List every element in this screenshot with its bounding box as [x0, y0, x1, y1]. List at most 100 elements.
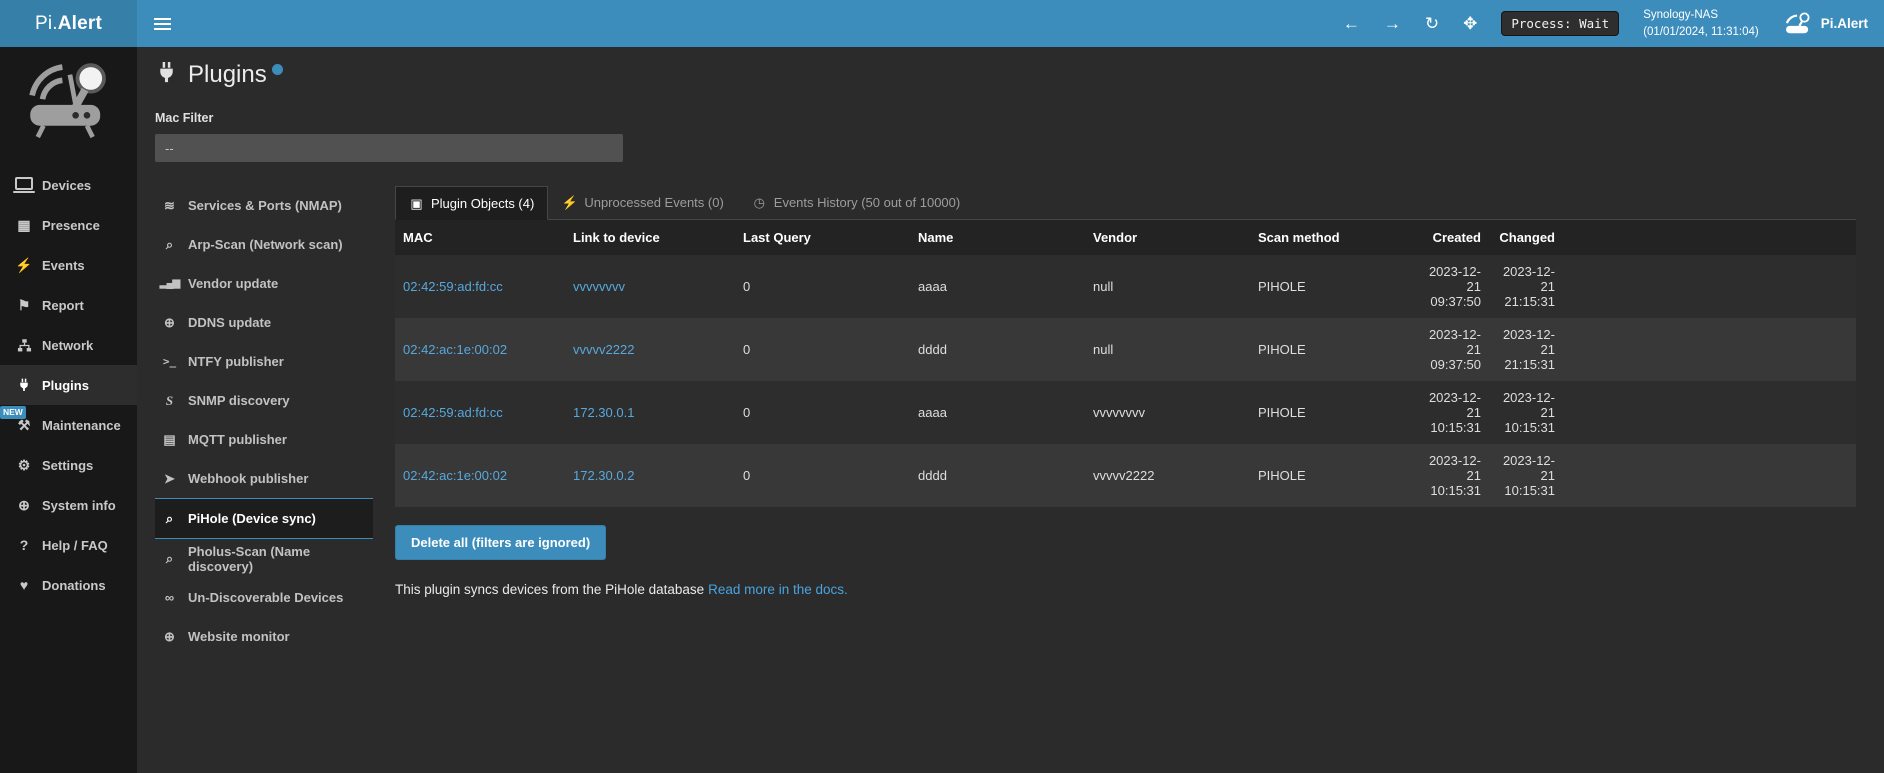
main-content: Plugins Mac Filter Services & Ports (NMA…	[137, 47, 1884, 773]
bolt-icon	[562, 196, 577, 209]
paper-plane-icon	[161, 472, 178, 485]
app-name: Pi.Alert	[1821, 16, 1868, 31]
binoculars-icon	[161, 591, 178, 604]
plugin-nav-label: DDNS update	[188, 315, 271, 330]
col-last-query: Last Query	[735, 220, 910, 255]
snmp-icon	[161, 394, 178, 407]
cell-vendor: vvvvv2222	[1085, 444, 1250, 507]
sidebar-item-label: Help / FAQ	[42, 538, 108, 553]
plugin-nav-label: MQTT publisher	[188, 432, 287, 447]
plugin-nav-item-website-monitor[interactable]: Website monitor	[155, 617, 373, 656]
sidebar-item-maintenance[interactable]: NEW Maintenance	[0, 405, 137, 445]
table-row: 02:42:ac:1e:00:02 vvvvv2222 0 dddd null …	[395, 318, 1856, 381]
globe-icon	[161, 316, 178, 329]
plugin-nav-item-mqtt[interactable]: MQTT publisher	[155, 420, 373, 459]
sidebar-item-label: Network	[42, 338, 93, 353]
sidebar-item-help-faq[interactable]: Help / FAQ	[0, 525, 137, 565]
sidebar-item-report[interactable]: Report	[0, 285, 137, 325]
docs-link[interactable]: Read more in the docs.	[708, 582, 848, 597]
cell-filler	[1563, 381, 1856, 444]
sidebar-item-plugins[interactable]: Plugins	[0, 365, 137, 405]
device-link[interactable]: 172.30.0.2	[573, 468, 634, 483]
plugin-nav-item-nmap[interactable]: Services & Ports (NMAP)	[155, 186, 373, 225]
sidebar-item-presence[interactable]: Presence	[0, 205, 137, 245]
sidebar-item-events[interactable]: Events	[0, 245, 137, 285]
globe-icon	[15, 498, 33, 512]
bar-chart-icon	[161, 279, 178, 289]
col-created: Created	[1415, 220, 1489, 255]
refresh-icon[interactable]	[1425, 15, 1439, 32]
arrow-right-icon[interactable]	[1384, 15, 1401, 32]
device-link[interactable]: 172.30.0.1	[573, 405, 634, 420]
plugin-nav-item-ntfy[interactable]: NTFY publisher	[155, 342, 373, 381]
plug-icon	[15, 378, 33, 392]
col-link-to-device: Link to device	[565, 220, 735, 255]
cell-changed: 2023-12-21 10:15:31	[1489, 381, 1563, 444]
calendar-icon	[15, 218, 33, 232]
hamburger-icon	[154, 23, 171, 25]
plugin-nav-label: PiHole (Device sync)	[188, 511, 316, 526]
brand-logo[interactable]: Pi.Alert	[0, 0, 137, 47]
plugin-nav-item-arpscan[interactable]: Arp-Scan (Network scan)	[155, 225, 373, 264]
sidebar-item-donations[interactable]: Donations	[0, 565, 137, 605]
plugin-nav-item-vendor-update[interactable]: Vendor update	[155, 264, 373, 303]
topbar-right: Process: Wait Synology-NAS (01/01/2024, …	[1343, 0, 1884, 47]
mac-link[interactable]: 02:42:59:ad:fd:cc	[403, 279, 503, 294]
cell-last-query: 0	[735, 255, 910, 318]
cell-link-to-device: vvvvvvvv	[565, 255, 735, 318]
plugin-nav-item-ddns[interactable]: DDNS update	[155, 303, 373, 342]
device-link[interactable]: vvvvv2222	[573, 342, 634, 357]
sidebar-toggle-button[interactable]	[137, 0, 187, 47]
plugin-nav-item-undiscoverable[interactable]: Un-Discoverable Devices	[155, 578, 373, 617]
cell-filler	[1563, 444, 1856, 507]
topbar: Pi.Alert Process: Wait Synology-NAS (01/…	[0, 0, 1884, 47]
cell-changed: 2023-12-21 21:15:31	[1489, 255, 1563, 318]
tab-unprocessed-events[interactable]: Unprocessed Events (0)	[548, 186, 737, 219]
brand-bold: Alert	[58, 13, 102, 35]
brand-light: Pi.	[35, 13, 58, 35]
mac-filter-input[interactable]	[155, 134, 623, 162]
plugin-nav-item-pihole[interactable]: PiHole (Device sync)	[155, 498, 373, 539]
cell-changed: 2023-12-21 10:15:31	[1489, 444, 1563, 507]
cell-name: dddd	[910, 444, 1085, 507]
globe-icon	[161, 630, 178, 643]
table-header-row: MAC Link to device Last Query Name Vendo…	[395, 220, 1856, 255]
plugin-nav: Services & Ports (NMAP) Arp-Scan (Networ…	[155, 186, 373, 656]
cell-filler	[1563, 318, 1856, 381]
cell-mac: 02:42:59:ad:fd:cc	[395, 255, 565, 318]
cell-vendor: vvvvvvvv	[1085, 381, 1250, 444]
sidebar-item-system-info[interactable]: System info	[0, 485, 137, 525]
tab-plugin-objects[interactable]: Plugin Objects (4)	[395, 186, 548, 220]
arrow-left-icon[interactable]	[1343, 15, 1360, 32]
plugin-nav-label: Website monitor	[188, 629, 290, 644]
cell-last-query: 0	[735, 318, 910, 381]
device-link[interactable]: vvvvvvvv	[573, 279, 625, 294]
cell-mac: 02:42:ac:1e:00:02	[395, 444, 565, 507]
plugin-nav-item-webhook[interactable]: Webhook publisher	[155, 459, 373, 498]
terminal-icon	[161, 356, 178, 367]
mac-link[interactable]: 02:42:59:ad:fd:cc	[403, 405, 503, 420]
tab-events-history[interactable]: Events History (50 out of 10000)	[738, 186, 974, 219]
process-status-badge: Process: Wait	[1501, 11, 1619, 36]
mac-link[interactable]: 02:42:ac:1e:00:02	[403, 342, 507, 357]
sidebar-item-label: System info	[42, 498, 116, 513]
col-changed: Changed	[1489, 220, 1563, 255]
app-identity: Pi.Alert	[1783, 12, 1868, 36]
plugin-nav-item-snmp[interactable]: SNMP discovery	[155, 381, 373, 420]
sidebar-item-label: Presence	[42, 218, 100, 233]
delete-all-button[interactable]: Delete all (filters are ignored)	[395, 525, 606, 560]
plugin-nav-item-pholus[interactable]: Pholus-Scan (Name discovery)	[155, 539, 373, 578]
laptop-icon	[15, 177, 33, 190]
cell-scan-method: PIHOLE	[1250, 255, 1415, 318]
sidebar-item-devices[interactable]: Devices	[0, 165, 137, 205]
col-filler	[1563, 220, 1856, 255]
table-row: 02:42:ac:1e:00:02 172.30.0.2 0 dddd vvvv…	[395, 444, 1856, 507]
move-icon[interactable]	[1463, 15, 1477, 32]
host-info: Synology-NAS (01/01/2024, 11:31:04)	[1643, 7, 1759, 39]
mac-link[interactable]: 02:42:ac:1e:00:02	[403, 468, 507, 483]
cell-vendor: null	[1085, 255, 1250, 318]
plugin-nav-label: Un-Discoverable Devices	[188, 590, 343, 605]
sidebar-item-network[interactable]: Network	[0, 325, 137, 365]
sidebar-item-settings[interactable]: Settings	[0, 445, 137, 485]
host-timestamp: (01/01/2024, 11:31:04)	[1643, 26, 1759, 38]
